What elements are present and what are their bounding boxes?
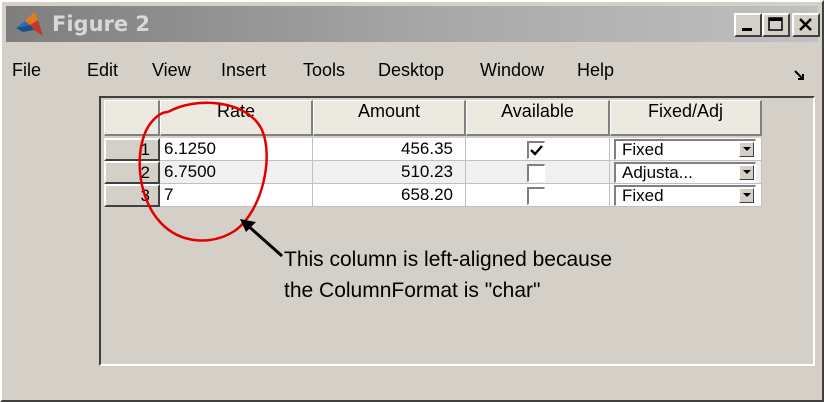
- dropdown-arrow-icon[interactable]: [739, 188, 754, 203]
- title-bar[interactable]: Figure 2: [6, 6, 820, 42]
- matlab-logo-icon: [16, 12, 43, 36]
- available-checkbox[interactable]: [527, 187, 545, 205]
- menu-tools[interactable]: Tools: [303, 60, 345, 90]
- uitable-panel[interactable]: [99, 96, 815, 366]
- maximize-button[interactable]: [762, 13, 790, 37]
- menu-bar: File Edit View Insert Tools Desktop Wind…: [6, 60, 818, 90]
- annotation-text: This column is left-aligned because the …: [284, 244, 724, 306]
- annotation-line-2: the ColumnFormat is "char": [284, 279, 541, 302]
- header-corner: [104, 100, 160, 136]
- dock-arrow-icon[interactable]: [792, 68, 808, 82]
- minimize-icon: [742, 28, 752, 31]
- menu-edit[interactable]: Edit: [87, 60, 118, 90]
- close-icon: [799, 18, 812, 31]
- column-header-available[interactable]: Available: [466, 100, 610, 136]
- cell-amount[interactable]: 456.35: [313, 138, 466, 161]
- menu-insert[interactable]: Insert: [221, 60, 266, 90]
- fixed-adj-dropdown[interactable]: Fixed: [614, 185, 756, 206]
- fixed-adj-dropdown[interactable]: Fixed: [614, 139, 756, 160]
- minimize-button[interactable]: [734, 13, 762, 37]
- dropdown-arrow-icon[interactable]: [739, 142, 754, 157]
- cell-amount[interactable]: 658.20: [313, 184, 466, 207]
- dropdown-value: Adjusta...: [622, 163, 693, 182]
- annotation-line-1: This column is left-aligned because: [284, 248, 613, 271]
- column-header-fixed-adj[interactable]: Fixed/Adj: [610, 100, 762, 136]
- cell-rate[interactable]: 6.1250: [160, 138, 313, 161]
- available-checkbox[interactable]: [527, 164, 545, 182]
- dropdown-arrow-icon[interactable]: [739, 165, 754, 180]
- dropdown-value: Fixed: [622, 140, 664, 159]
- row-header[interactable]: 1: [104, 138, 160, 161]
- row-header[interactable]: 3: [104, 184, 160, 207]
- menu-desktop[interactable]: Desktop: [378, 60, 444, 90]
- close-button[interactable]: [792, 13, 820, 37]
- menu-view[interactable]: View: [152, 60, 191, 90]
- cell-amount[interactable]: 510.23: [313, 161, 466, 184]
- menu-window[interactable]: Window: [480, 60, 544, 90]
- available-checkbox[interactable]: [527, 141, 545, 159]
- cell-rate[interactable]: 7: [160, 184, 313, 207]
- column-header-rate[interactable]: Rate: [160, 100, 313, 136]
- window-title: Figure 2: [52, 12, 151, 36]
- fixed-adj-dropdown[interactable]: Adjusta...: [614, 162, 756, 183]
- row-header[interactable]: 2: [104, 161, 160, 184]
- menu-help[interactable]: Help: [577, 60, 614, 90]
- cell-rate[interactable]: 6.7500: [160, 161, 313, 184]
- maximize-icon: [768, 17, 783, 31]
- checkmark-icon: [530, 145, 543, 156]
- column-header-amount[interactable]: Amount: [313, 100, 466, 136]
- dropdown-value: Fixed: [622, 186, 664, 205]
- menu-file[interactable]: File: [12, 60, 41, 90]
